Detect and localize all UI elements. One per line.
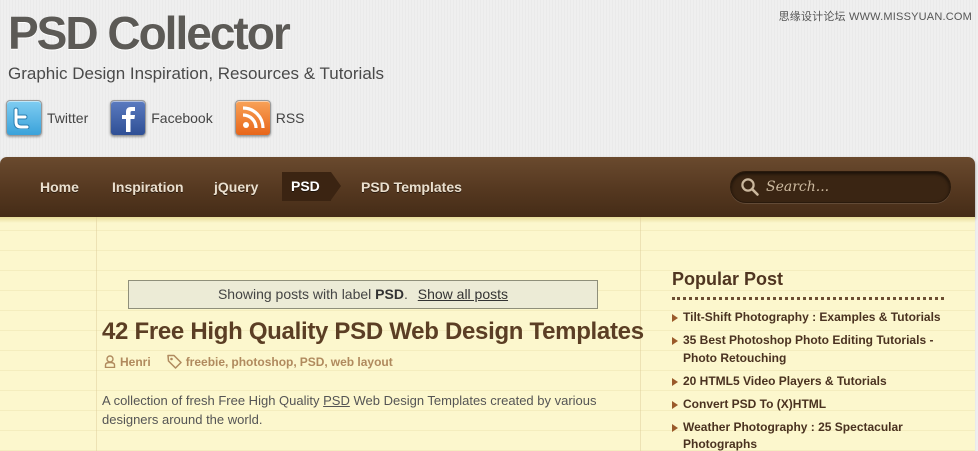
watermark-text: 思缘设计论坛 WWW.MISSYUAN.COM <box>778 11 972 23</box>
excerpt-psd-link[interactable]: PSD <box>323 393 350 408</box>
tag-icon <box>166 354 182 369</box>
popular-post-item[interactable]: 35 Best Photoshop Photo Editing Tutorial… <box>672 332 947 367</box>
nav-item-inspiration[interactable]: Inspiration <box>112 176 184 198</box>
post-title[interactable]: 42 Free High Quality PSD Web Design Temp… <box>102 318 644 346</box>
show-all-posts-link[interactable]: Show all posts <box>418 286 508 302</box>
tag-separator: , <box>225 354 229 369</box>
label-notice: Showing posts with label PSD. Show all p… <box>128 280 598 309</box>
popular-post-link[interactable]: Weather Photography : 25 Spectacular Pho… <box>683 420 903 451</box>
content-area: Showing posts with label PSD. Show all p… <box>0 217 975 451</box>
popular-post-item[interactable]: Tilt-Shift Photography : Examples & Tuto… <box>672 309 947 327</box>
bullet-arrow-icon <box>672 377 678 386</box>
search-icon <box>740 177 760 197</box>
popular-post-link[interactable]: Tilt-Shift Photography : Examples & Tuto… <box>683 310 941 324</box>
label-notice-suffix: . <box>403 286 408 302</box>
page-margin-line-left <box>96 217 97 451</box>
nav-item-psd-templates[interactable]: PSD Templates <box>361 176 462 198</box>
twitter-link[interactable]: Twitter <box>6 100 88 136</box>
facebook-link[interactable]: Facebook <box>110 100 213 136</box>
post-tag-photoshop[interactable]: photoshop <box>231 355 293 369</box>
post-tag-freebie[interactable]: freebie <box>186 355 225 369</box>
post-tag-web-layout[interactable]: web layout <box>331 355 393 369</box>
bullet-arrow-icon <box>672 337 678 345</box>
tag-separator: , <box>293 354 297 369</box>
popular-post-item[interactable]: 20 HTML5 Video Players & Tutorials <box>672 373 947 391</box>
popular-post-divider <box>672 297 944 300</box>
rss-icon <box>234 100 271 136</box>
tag-separator: , <box>324 354 328 369</box>
bullet-arrow-icon <box>672 314 678 322</box>
rss-link[interactable]: RSS <box>234 100 305 136</box>
nav-item-psd[interactable]: PSD <box>282 172 341 201</box>
main-nav: Home Inspiration jQuery PSD PSD Template… <box>0 157 975 217</box>
post-author[interactable]: Henri <box>120 355 151 369</box>
rss-label: RSS <box>275 110 305 126</box>
popular-post-list: Tilt-Shift Photography : Examples & Tuto… <box>672 309 947 451</box>
site-tagline: Graphic Design Inspiration, Resources & … <box>8 64 385 83</box>
post-meta: Henri freebie, photoshop, PSD, web layou… <box>104 354 393 369</box>
facebook-label: Facebook <box>151 110 213 126</box>
site-title[interactable]: PSD Collector <box>8 6 291 60</box>
bullet-arrow-icon <box>672 423 678 432</box>
popular-post-link[interactable]: 35 Best Photoshop Photo Editing Tutorial… <box>683 333 933 365</box>
twitter-icon <box>6 100 42 136</box>
social-links: Twitter Facebook RSS <box>6 100 327 136</box>
twitter-label: Twitter <box>47 110 89 126</box>
popular-post-item[interactable]: Weather Photography : 25 Spectacular Pho… <box>672 419 947 451</box>
search-box <box>730 171 951 203</box>
excerpt-text-before: A collection of fresh Free High Quality <box>102 393 320 408</box>
post-tag-psd[interactable]: PSD <box>300 355 325 369</box>
popular-post-title: Popular Post <box>672 269 784 289</box>
popular-post-link[interactable]: Convert PSD To (X)HTML <box>683 397 826 411</box>
post-excerpt: A collection of fresh Free High Quality … <box>102 391 622 429</box>
bullet-arrow-icon <box>672 400 678 409</box>
popular-post-item[interactable]: Convert PSD To (X)HTML <box>672 396 947 414</box>
label-notice-prefix: Showing posts with label <box>217 286 372 302</box>
author-icon <box>104 355 116 368</box>
nav-item-jquery[interactable]: jQuery <box>214 176 258 198</box>
search-input[interactable] <box>766 179 936 195</box>
content-top-shadow <box>0 217 975 223</box>
label-notice-label: PSD <box>375 286 404 302</box>
popular-post-link[interactable]: 20 HTML5 Video Players & Tutorials <box>683 374 887 388</box>
facebook-icon <box>110 100 147 136</box>
nav-item-home[interactable]: Home <box>40 176 79 198</box>
